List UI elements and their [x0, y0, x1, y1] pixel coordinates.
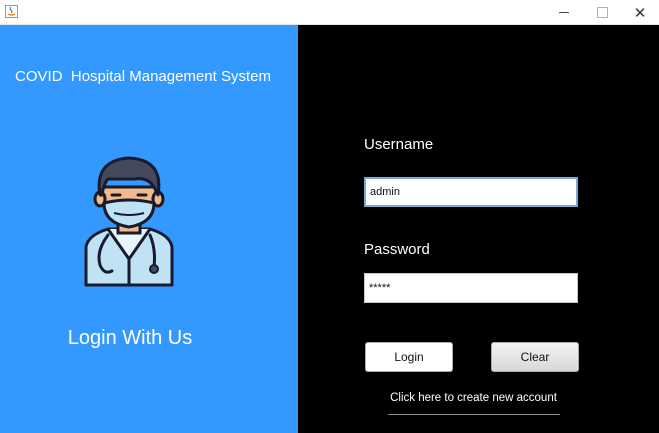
close-button[interactable]: ✕ — [620, 0, 659, 25]
app-title: COVID Hospital Management System — [15, 68, 271, 85]
login-tagline: Login With Us — [67, 327, 193, 349]
login-form-panel: Username Password Login Clear Click here… — [298, 25, 659, 433]
link-underline — [388, 414, 560, 415]
maximize-button[interactable] — [582, 0, 622, 25]
minimize-button[interactable] — [544, 0, 584, 25]
close-icon: ✕ — [633, 3, 647, 22]
clear-button[interactable]: Clear — [491, 342, 579, 372]
maximize-icon — [596, 7, 608, 18]
java-app-icon — [5, 5, 18, 18]
create-account-link[interactable]: Click here to create new account — [386, 392, 561, 404]
password-input[interactable] — [364, 273, 578, 303]
window-titlebar: ✕ — [0, 0, 659, 25]
username-input[interactable] — [364, 177, 578, 207]
password-label: Password — [364, 241, 430, 258]
username-label: Username — [364, 136, 434, 153]
left-panel: COVID Hospital Management System Login W… — [0, 25, 298, 433]
login-button[interactable]: Login — [365, 342, 453, 372]
minimize-icon — [559, 12, 569, 13]
doctor-with-mask-icon — [84, 156, 174, 287]
